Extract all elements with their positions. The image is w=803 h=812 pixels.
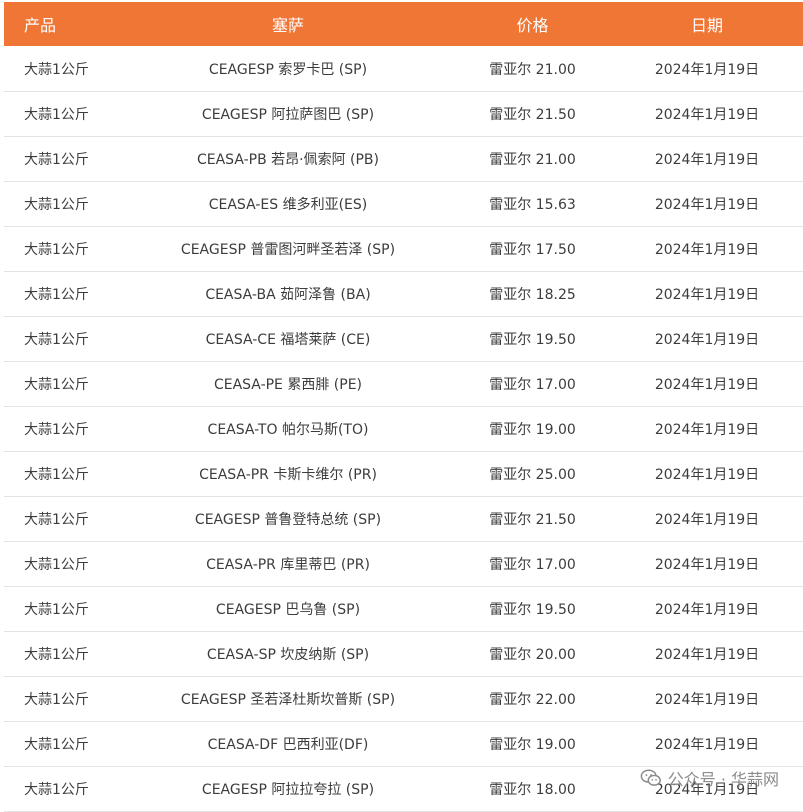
header-product: 产品: [4, 2, 122, 46]
table-row: 大蒜1公斤 CEASA-PB 若昂·佩索阿 (PB) 雷亚尔 21.00 2024年1…: [4, 136, 803, 182]
price-table: 产品 塞萨 价格 日期 大蒜1公斤 CEAGESP 索罗卡巴 (SP) 雷亚尔 21…: [4, 2, 803, 812]
table-row: 大蒜1公斤 CEASA-CE 福塔莱萨 (CE) 雷亚尔 19.50 2024年1月1…: [4, 316, 803, 362]
price-cell: 雷亚尔 22.00: [454, 676, 611, 722]
ceasa-cell: CEAGESP 圣若泽杜斯坎普斯 (SP): [122, 676, 454, 722]
table-row: 大蒜1公斤 CEASA-ES 维多利亚(ES) 雷亚尔 15.63 2024年1月19…: [4, 181, 803, 227]
watermark-text: 公众号 · 华蒜网: [667, 770, 779, 789]
product-cell: 大蒜1公斤: [4, 766, 122, 812]
date-cell: 2024年1月19日: [611, 721, 803, 767]
table-row: 大蒜1公斤 CEASA-PE 累西腓 (PE) 雷亚尔 17.00 2024年1月19…: [4, 361, 803, 407]
price-cell: 雷亚尔 19.50: [454, 586, 611, 632]
ceasa-cell: CEAGESP 普鲁登特总统 (SP): [122, 496, 454, 542]
table-row: 大蒜1公斤 CEAGESP 普雷图河畔圣若泽 (SP) 雷亚尔 17.50 2024年…: [4, 226, 803, 272]
table-row: 大蒜1公斤 CEASA-DF 巴西利亚(DF) 雷亚尔 19.00 2024年1月19…: [4, 721, 803, 767]
product-cell: 大蒜1公斤: [4, 721, 122, 767]
ceasa-cell: CEASA-ES 维多利亚(ES): [122, 181, 454, 227]
wechat-icon: [640, 769, 661, 786]
table-row: 大蒜1公斤 CEAGESP 阿拉萨图巴 (SP) 雷亚尔 21.50 2024年1月1…: [4, 91, 803, 137]
ceasa-cell: CEASA-BA 茹阿泽鲁 (BA): [122, 271, 454, 317]
ceasa-cell: CEASA-PB 若昂·佩索阿 (PB): [122, 136, 454, 182]
date-cell: 2024年1月19日: [611, 496, 803, 542]
price-cell: 雷亚尔 17.00: [454, 541, 611, 587]
ceasa-cell: CEAGESP 索罗卡巴 (SP): [122, 46, 454, 92]
price-cell: 雷亚尔 21.50: [454, 91, 611, 137]
date-cell: 2024年1月19日: [611, 226, 803, 272]
ceasa-cell: CEASA-PE 累西腓 (PE): [122, 361, 454, 407]
product-cell: 大蒜1公斤: [4, 361, 122, 407]
price-cell: 雷亚尔 19.50: [454, 316, 611, 362]
product-cell: 大蒜1公斤: [4, 496, 122, 542]
table-row: 大蒜1公斤 CEASA-PR 卡斯卡维尔 (PR) 雷亚尔 25.00 2024年1月…: [4, 451, 803, 497]
table-row: 大蒜1公斤 CEASA-BA 茹阿泽鲁 (BA) 雷亚尔 18.25 2024年1月1…: [4, 271, 803, 317]
date-cell: 2024年1月19日: [611, 541, 803, 587]
table-row: 大蒜1公斤 CEASA-TO 帕尔马斯(TO) 雷亚尔 19.00 2024年1月19…: [4, 406, 803, 452]
product-cell: 大蒜1公斤: [4, 451, 122, 497]
price-cell: 雷亚尔 18.00: [454, 766, 611, 812]
price-cell: 雷亚尔 21.00: [454, 46, 611, 92]
ceasa-cell: CEAGESP 普雷图河畔圣若泽 (SP): [122, 226, 454, 272]
product-cell: 大蒜1公斤: [4, 676, 122, 722]
date-cell: 2024年1月19日: [611, 586, 803, 632]
price-cell: 雷亚尔 17.50: [454, 226, 611, 272]
product-cell: 大蒜1公斤: [4, 91, 122, 137]
date-cell: 2024年1月19日: [611, 181, 803, 227]
ceasa-cell: CEAGESP 阿拉萨图巴 (SP): [122, 91, 454, 137]
ceasa-cell: CEAGESP 巴乌鲁 (SP): [122, 586, 454, 632]
price-cell: 雷亚尔 19.00: [454, 406, 611, 452]
date-cell: 2024年1月19日: [611, 91, 803, 137]
product-cell: 大蒜1公斤: [4, 586, 122, 632]
date-cell: 2024年1月19日: [611, 271, 803, 317]
watermark: 公众号 · 华蒜网: [640, 766, 779, 790]
header-date: 日期: [611, 2, 803, 46]
product-cell: 大蒜1公斤: [4, 406, 122, 452]
date-cell: 2024年1月19日: [611, 406, 803, 452]
product-cell: 大蒜1公斤: [4, 46, 122, 92]
ceasa-cell: CEASA-TO 帕尔马斯(TO): [122, 406, 454, 452]
ceasa-cell: CEASA-PR 卡斯卡维尔 (PR): [122, 451, 454, 497]
table-row: 大蒜1公斤 CEASA-SP 坎皮纳斯 (SP) 雷亚尔 20.00 2024年1月1…: [4, 631, 803, 677]
price-cell: 雷亚尔 15.63: [454, 181, 611, 227]
product-cell: 大蒜1公斤: [4, 541, 122, 587]
product-cell: 大蒜1公斤: [4, 136, 122, 182]
date-cell: 2024年1月19日: [611, 136, 803, 182]
date-cell: 2024年1月19日: [611, 451, 803, 497]
price-cell: 雷亚尔 18.25: [454, 271, 611, 317]
price-cell: 雷亚尔 21.50: [454, 496, 611, 542]
ceasa-cell: CEASA-CE 福塔莱萨 (CE): [122, 316, 454, 362]
table-row: 大蒜1公斤 CEAGESP 巴乌鲁 (SP) 雷亚尔 19.50 2024年1月19日: [4, 586, 803, 632]
date-cell: 2024年1月19日: [611, 46, 803, 92]
table-row: 大蒜1公斤 CEAGESP 普鲁登特总统 (SP) 雷亚尔 21.50 2024年1月…: [4, 496, 803, 542]
price-cell: 雷亚尔 19.00: [454, 721, 611, 767]
price-cell: 雷亚尔 21.00: [454, 136, 611, 182]
date-cell: 2024年1月19日: [611, 361, 803, 407]
ceasa-cell: CEASA-SP 坎皮纳斯 (SP): [122, 631, 454, 677]
table-row: 大蒜1公斤 CEAGESP 索罗卡巴 (SP) 雷亚尔 21.00 2024年1月19…: [4, 46, 803, 92]
date-cell: 2024年1月19日: [611, 676, 803, 722]
table-header: 产品 塞萨 价格 日期: [4, 2, 803, 46]
price-cell: 雷亚尔 20.00: [454, 631, 611, 677]
ceasa-cell: CEASA-DF 巴西利亚(DF): [122, 721, 454, 767]
header-row: 产品 塞萨 价格 日期: [4, 2, 803, 46]
product-cell: 大蒜1公斤: [4, 631, 122, 677]
price-table-container: 产品 塞萨 价格 日期 大蒜1公斤 CEAGESP 索罗卡巴 (SP) 雷亚尔 21…: [4, 2, 803, 812]
product-cell: 大蒜1公斤: [4, 181, 122, 227]
price-cell: 雷亚尔 25.00: [454, 451, 611, 497]
product-cell: 大蒜1公斤: [4, 316, 122, 362]
ceasa-cell: CEASA-PR 库里蒂巴 (PR): [122, 541, 454, 587]
header-price: 价格: [454, 2, 611, 46]
header-ceasa: 塞萨: [122, 2, 454, 46]
date-cell: 2024年1月19日: [611, 316, 803, 362]
price-cell: 雷亚尔 17.00: [454, 361, 611, 407]
table-row: 大蒜1公斤 CEASA-PR 库里蒂巴 (PR) 雷亚尔 17.00 2024年1月1…: [4, 541, 803, 587]
date-cell: 2024年1月19日: [611, 631, 803, 677]
table-body: 大蒜1公斤 CEAGESP 索罗卡巴 (SP) 雷亚尔 21.00 2024年1月19…: [4, 46, 803, 812]
ceasa-cell: CEAGESP 阿拉拉夸拉 (SP): [122, 766, 454, 812]
product-cell: 大蒜1公斤: [4, 226, 122, 272]
table-row: 大蒜1公斤 CEAGESP 圣若泽杜斯坎普斯 (SP) 雷亚尔 22.00 2024年…: [4, 676, 803, 722]
product-cell: 大蒜1公斤: [4, 271, 122, 317]
